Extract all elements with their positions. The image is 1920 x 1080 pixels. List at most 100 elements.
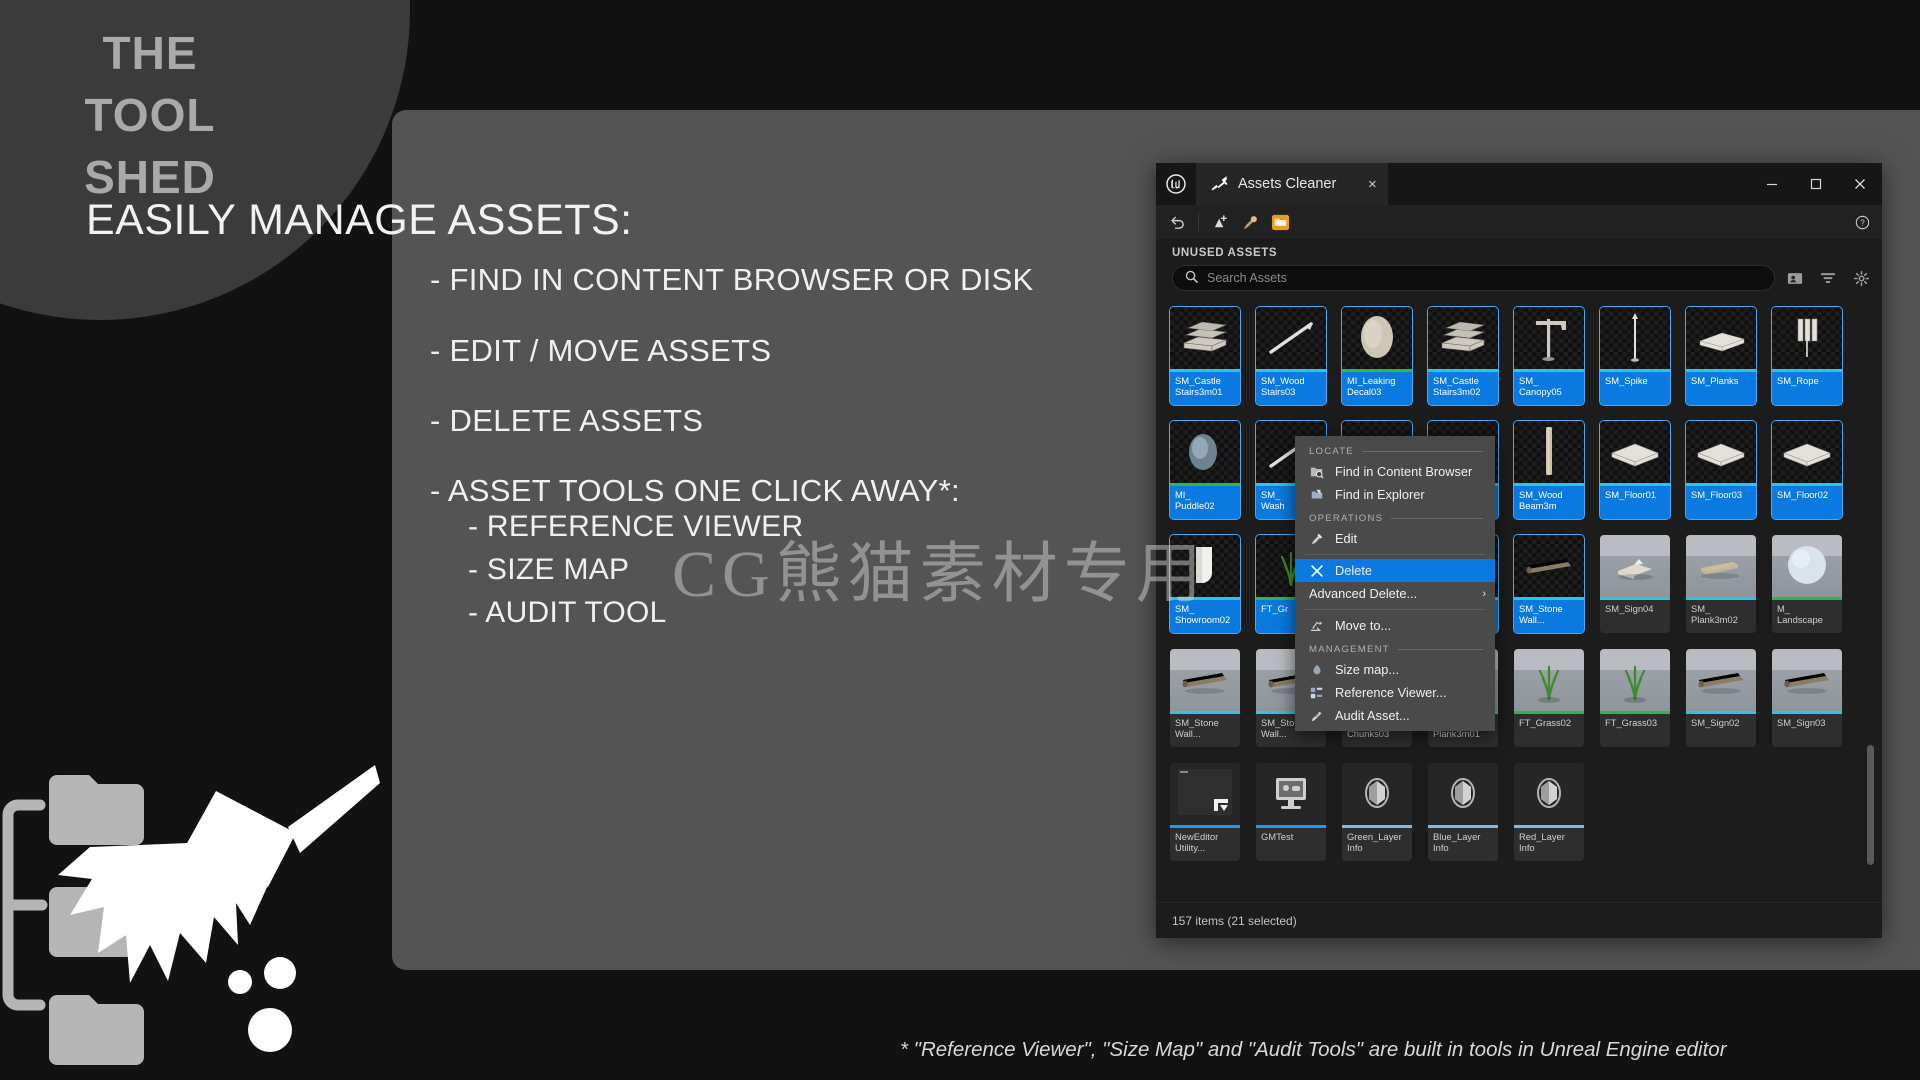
section-label-unused-assets: UNUSED ASSETS: [1156, 239, 1882, 263]
menu-divider: [1305, 609, 1485, 610]
asset-tile[interactable]: SM_Showroom02: [1170, 535, 1240, 633]
asset-tile[interactable]: SM_Rope: [1772, 307, 1842, 405]
asset-tile[interactable]: SM_CastleStairs3m02: [1428, 307, 1498, 405]
asset-tile[interactable]: FT_Grass02: [1514, 649, 1584, 747]
menu-divider: [1305, 554, 1485, 555]
asset-tile[interactable]: SM_Plank3m02: [1686, 535, 1756, 633]
asset-thumbnail: [1600, 535, 1670, 597]
asset-tile[interactable]: MI_LeakingDecal03: [1342, 307, 1412, 405]
move-to-icon: [1309, 619, 1325, 633]
asset-tile[interactable]: SM_Spike: [1600, 307, 1670, 405]
menu-item-label: Audit Asset...: [1335, 708, 1410, 723]
menu-item-label: Find in Content Browser: [1335, 464, 1472, 479]
asset-label: M_Landscape: [1772, 600, 1842, 633]
close-window-button[interactable]: [1838, 163, 1882, 205]
asset-tile[interactable]: SM_Floor02: [1772, 421, 1842, 519]
find-in-browser-icon: [1309, 465, 1325, 479]
asset-context-menu: LOCATE Find in Content Browser Find in E…: [1295, 436, 1495, 731]
asset-tile[interactable]: SM_Planks: [1686, 307, 1756, 405]
asset-tile[interactable]: SM_Floor01: [1600, 421, 1670, 519]
brand-title-line-2: TOOL: [0, 84, 300, 146]
scan-icon[interactable]: [1207, 209, 1233, 235]
asset-tile[interactable]: Blue_LayerInfo: [1428, 763, 1498, 861]
broom-icon: [1210, 175, 1228, 194]
window-title-bar[interactable]: Assets Cleaner ×: [1156, 163, 1882, 205]
asset-thumbnail: [1428, 307, 1498, 369]
bullet-delete-assets: - DELETE ASSETS: [430, 403, 703, 439]
asset-label: SM_Sign03: [1772, 714, 1842, 747]
maximize-button[interactable]: [1794, 163, 1838, 205]
asset-label: SM_Sign04: [1600, 600, 1670, 633]
asset-tile[interactable]: SM_Canopy05: [1514, 307, 1584, 405]
folder-icon[interactable]: [1267, 209, 1293, 235]
footnote-text: * "Reference Viewer", "Size Map" and "Au…: [900, 1038, 1727, 1062]
plug-icon[interactable]: [1237, 209, 1263, 235]
asset-thumbnail: [1170, 421, 1240, 483]
asset-tile[interactable]: SM_Floor03: [1686, 421, 1756, 519]
menu-section-label: OPERATIONS: [1309, 513, 1383, 524]
menu-delete[interactable]: Delete: [1295, 559, 1495, 582]
asset-label: FT_Grass02: [1514, 714, 1584, 747]
asset-grid-scrollbar-thumb[interactable]: [1867, 745, 1874, 865]
menu-edit[interactable]: Edit: [1295, 527, 1495, 550]
search-input[interactable]: [1207, 271, 1762, 285]
filter-icon[interactable]: [1815, 265, 1841, 291]
menu-find-in-content-browser[interactable]: Find in Content Browser: [1295, 460, 1495, 483]
help-circle-icon[interactable]: ?: [1850, 210, 1874, 234]
asset-tile[interactable]: Red_LayerInfo: [1514, 763, 1584, 861]
menu-audit-asset[interactable]: Audit Asset...: [1295, 704, 1495, 727]
asset-tile[interactable]: SM_Sign03: [1772, 649, 1842, 747]
menu-section-header: OPERATIONS: [1295, 506, 1495, 527]
asset-thumbnail: [1686, 421, 1756, 483]
menu-item-label: Size map...: [1335, 662, 1399, 677]
menu-advanced-delete[interactable]: Advanced Delete...›: [1295, 582, 1495, 605]
asset-label: Red_LayerInfo: [1514, 828, 1584, 861]
menu-size-map[interactable]: Size map...: [1295, 658, 1495, 681]
search-icon: [1185, 270, 1198, 286]
asset-tile[interactable]: MI_Puddle02: [1170, 421, 1240, 519]
asset-grid-scrollbar-track[interactable]: [1871, 307, 1878, 877]
asset-thumbnail: [1600, 307, 1670, 369]
asset-thumbnail: [1514, 307, 1584, 369]
undo-icon[interactable]: [1164, 209, 1190, 235]
menu-item-label: Find in Explorer: [1335, 487, 1425, 502]
brand-title-line-3: SHED: [0, 146, 300, 208]
reference-viewer-icon: [1309, 686, 1325, 700]
asset-thumbnail: [1428, 763, 1498, 825]
asset-thumbnail: [1170, 535, 1240, 597]
window-tab-assets-cleaner[interactable]: Assets Cleaner ×: [1196, 163, 1388, 205]
gear-icon[interactable]: [1848, 265, 1874, 291]
toolbar: ?: [1156, 205, 1882, 239]
assets-cleaner-window: Assets Cleaner ×: [1156, 163, 1882, 938]
asset-tile[interactable]: GMTest: [1256, 763, 1326, 861]
asset-label: SM_Planks: [1686, 372, 1756, 405]
minimize-button[interactable]: [1750, 163, 1794, 205]
asset-tile[interactable]: FT_Grass03: [1600, 649, 1670, 747]
asset-label: GMTest: [1256, 828, 1326, 861]
asset-tile[interactable]: Green_LayerInfo: [1342, 763, 1412, 861]
svg-text:?: ?: [1860, 218, 1865, 227]
asset-tile[interactable]: SM_Sign04: [1600, 535, 1670, 633]
asset-tile[interactable]: SM_StoneWall...: [1170, 649, 1240, 747]
asset-tile[interactable]: M_Landscape: [1772, 535, 1842, 633]
asset-tile[interactable]: SM_WoodStairs03: [1256, 307, 1326, 405]
asset-tile[interactable]: NewEditorUtility...: [1170, 763, 1240, 861]
asset-tile[interactable]: SM_CastleStairs3m01: [1170, 307, 1240, 405]
asset-tile[interactable]: SM_StoneWall...: [1514, 535, 1584, 633]
saved-searches-icon[interactable]: [1782, 265, 1808, 291]
asset-thumbnail: [1170, 763, 1240, 825]
asset-label: SM_Canopy05: [1514, 372, 1584, 405]
asset-grid-area[interactable]: SM_CastleStairs3m01 SM_WoodStairs03 MI_L…: [1156, 301, 1882, 881]
asset-label: SM_Floor03: [1686, 486, 1756, 519]
menu-move-to[interactable]: Move to...: [1295, 614, 1495, 637]
asset-tile[interactable]: SM_WoodBeam3m: [1514, 421, 1584, 519]
close-tab-icon[interactable]: ×: [1360, 172, 1384, 196]
asset-tile[interactable]: SM_Sign02: [1686, 649, 1756, 747]
menu-item-label: Advanced Delete...: [1309, 586, 1417, 601]
search-box[interactable]: [1172, 265, 1775, 291]
menu-section-rule: [1398, 649, 1483, 650]
menu-find-in-explorer[interactable]: Find in Explorer: [1295, 483, 1495, 506]
audit-asset-icon: [1309, 709, 1325, 723]
asset-label: SM_CastleStairs3m02: [1428, 372, 1498, 405]
menu-reference-viewer[interactable]: Reference Viewer...: [1295, 681, 1495, 704]
